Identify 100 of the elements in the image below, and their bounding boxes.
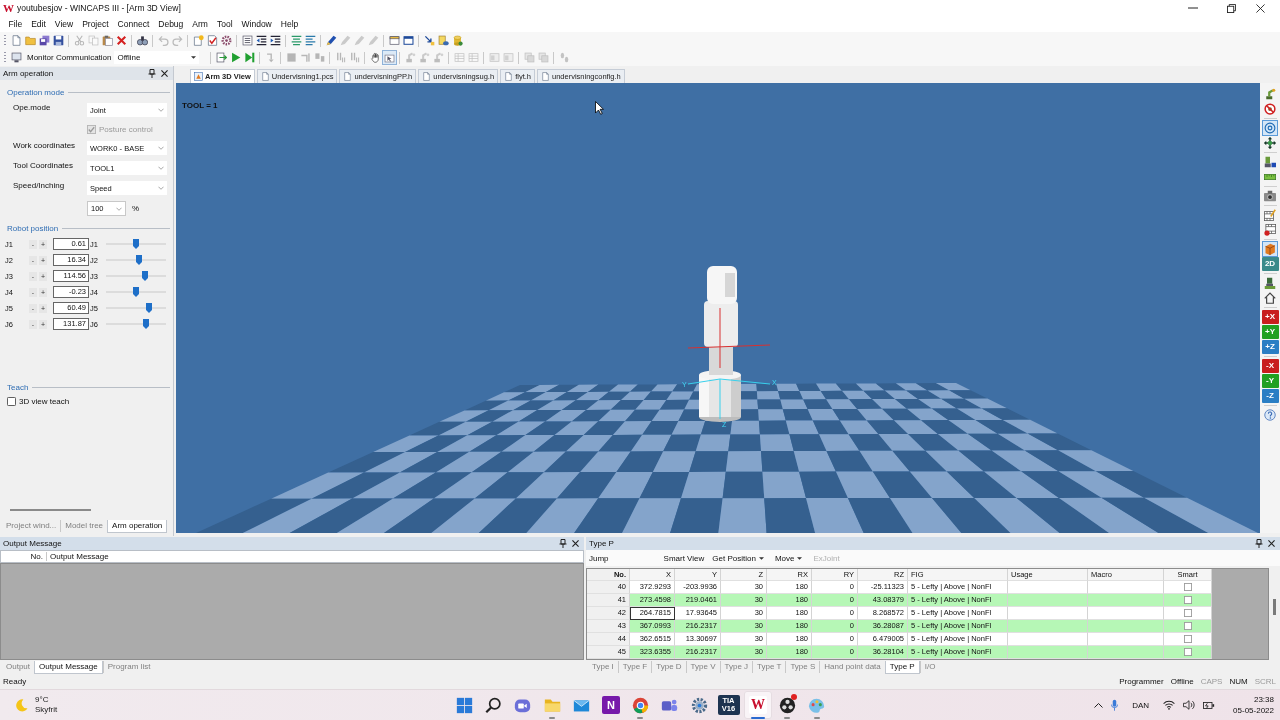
panel-tab[interactable]: Type D [651,661,686,673]
note-icon[interactable] [437,35,449,46]
move-icon[interactable] [1264,136,1276,149]
column-header[interactable]: Output Message [47,552,109,561]
pin-icon[interactable] [1255,539,1263,548]
new-document-icon[interactable] [10,35,22,46]
view-direction-button[interactable]: +X [1261,309,1279,324]
step-icon[interactable] [244,52,255,63]
chevron-up-icon[interactable] [1094,702,1104,708]
panel-tab[interactable]: Type V [685,661,720,673]
slider-thumb[interactable] [146,303,153,313]
play-icon[interactable] [230,52,241,63]
panel-tab[interactable]: Type P [884,660,920,674]
toolbar-button[interactable]: Smart View [660,551,708,565]
temperature[interactable]: 9°C [35,695,58,705]
menu-item[interactable]: Tool [212,18,238,30]
transfer-icon[interactable] [216,52,227,63]
restore-icon[interactable] [1227,3,1236,13]
home-icon[interactable] [1264,291,1276,304]
weather-condition[interactable]: Skyfrit [35,705,58,715]
lines-icon[interactable] [304,35,316,46]
menu-button[interactable]: Move [771,551,809,565]
microphone-icon[interactable] [1111,699,1119,711]
gear-icon[interactable] [220,35,232,46]
menu-item[interactable]: Help [276,18,303,30]
panel-tab[interactable]: Type I [588,661,618,673]
taskbar-button[interactable]: W [743,691,772,719]
delete-icon[interactable] [115,35,127,46]
column-header[interactable]: No. [1,552,47,561]
disks-icon[interactable] [38,35,50,46]
film-record-icon[interactable] [1264,223,1276,236]
panel-tab[interactable]: Type J [719,661,753,673]
speaker-icon[interactable] [1183,700,1196,710]
robot-icon[interactable] [1264,276,1276,289]
menu-item[interactable]: Window [237,18,277,30]
checkbox[interactable] [1183,635,1192,643]
panel-tab[interactable]: Output [2,661,34,673]
slider-thumb[interactable] [133,287,139,297]
slider-thumb[interactable] [142,271,148,281]
view-direction-button[interactable]: +Z [1261,339,1279,354]
panel-tab[interactable]: Arm operation [107,519,168,533]
menu-item[interactable]: Debug [153,18,188,30]
hand-icon[interactable] [370,52,381,63]
save-icon[interactable] [52,35,64,46]
robot-target-icon[interactable] [1264,155,1276,168]
window-icon[interactable] [402,35,414,46]
panel-tab[interactable]: Program list [102,661,155,673]
checkbox[interactable] [1183,648,1192,656]
scrollbar-thumb[interactable] [10,509,91,511]
panel-tab[interactable]: Type S [785,661,820,673]
close-icon[interactable] [1268,540,1275,547]
orbit-icon[interactable] [1262,119,1278,136]
new-document-icon[interactable] [192,35,204,46]
view-direction-button[interactable]: -Z [1261,388,1279,403]
arrow-icon[interactable] [423,35,435,46]
panel-tab[interactable]: Output Message [34,660,103,674]
database-icon[interactable] [451,35,463,46]
menu-item[interactable]: Project [77,18,114,30]
outdent-icon[interactable] [255,35,267,46]
battery-icon[interactable] [1203,700,1216,710]
menu-item[interactable]: Connect [113,18,154,30]
no-entry-icon[interactable] [1264,102,1276,115]
scrollbar-thumb[interactable] [1273,599,1276,615]
taskbar-button[interactable]: N [596,691,625,719]
language-indicator[interactable]: DAN [1132,700,1150,710]
pen-icon[interactable] [325,35,337,46]
clock-time[interactable]: 23:38 [1253,694,1274,705]
panel-tab[interactable]: I/O [919,661,940,673]
view-direction-button[interactable]: -X [1261,358,1279,373]
menu-item[interactable]: File [4,18,27,30]
indent-icon[interactable] [269,35,281,46]
slider-thumb[interactable] [136,255,142,265]
slider-thumb[interactable] [133,239,139,249]
note-window-icon[interactable] [388,35,400,46]
pin-icon[interactable] [148,69,156,78]
binoculars-icon[interactable] [136,35,148,46]
menu-item[interactable]: Edit [26,18,51,30]
close-icon[interactable] [572,540,579,547]
checkbox[interactable] [1183,609,1192,617]
checklist-icon[interactable] [206,35,218,46]
camera-icon[interactable] [1264,189,1276,202]
checkbox[interactable] [7,397,16,406]
menu-item[interactable]: View [50,18,78,30]
wifi-icon[interactable] [1163,700,1176,710]
panel-tab[interactable]: Hand point data [819,661,885,673]
panel-tab[interactable]: Project wind... [2,520,61,532]
clock-date[interactable]: 05-05-2022 [1233,705,1274,716]
film-edit-icon[interactable] [1264,208,1276,221]
checkbox[interactable] [1183,622,1192,630]
panel-tab[interactable]: Type T [752,661,786,673]
menu-item[interactable]: Arm [187,18,213,30]
connection-dropdown[interactable]: Offline [114,51,200,64]
clipboard-icon[interactable] [101,35,113,46]
checkbox[interactable] [1183,583,1192,591]
robot-arm-icon[interactable] [1264,87,1276,100]
slider-thumb[interactable] [143,319,150,329]
menu-button[interactable]: Get Position [709,551,770,565]
lines-icon[interactable] [290,35,302,46]
list-icon[interactable] [241,35,253,46]
cube-icon[interactable] [1262,240,1278,257]
